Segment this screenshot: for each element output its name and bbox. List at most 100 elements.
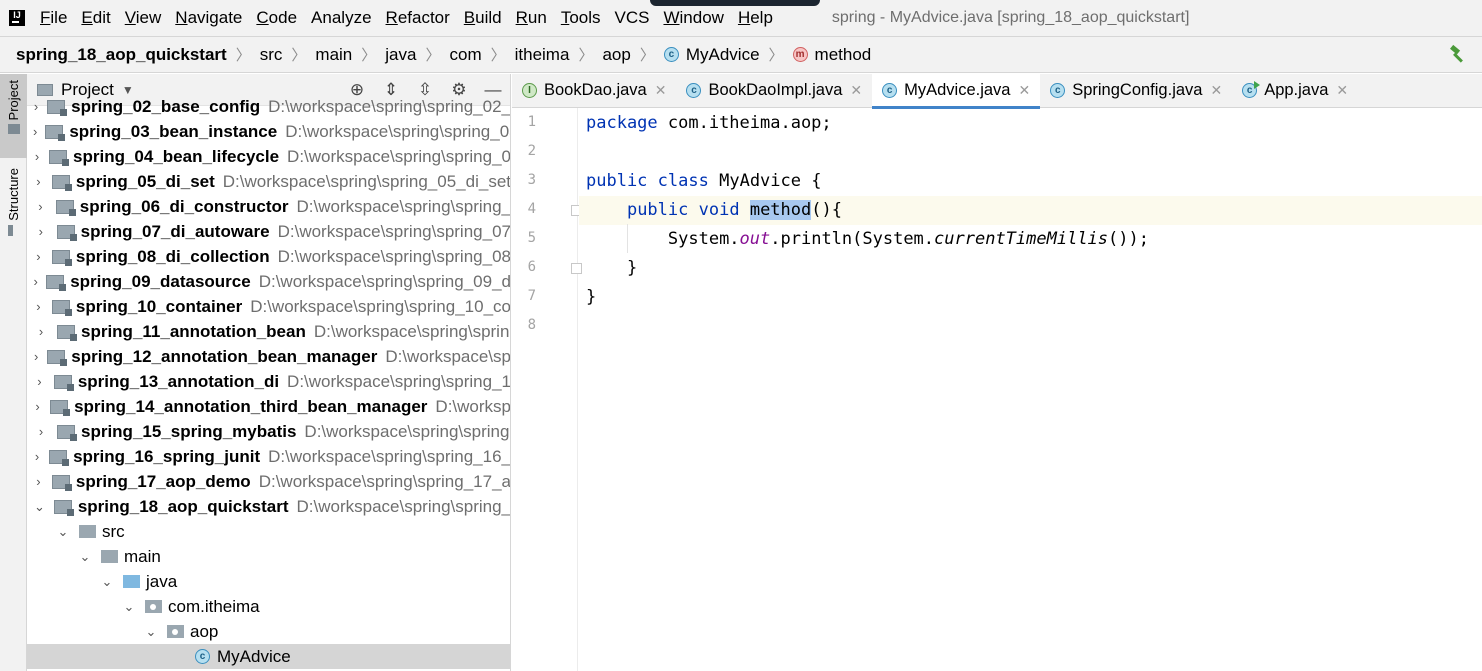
menu-edit[interactable]: Edit [80,8,111,28]
chevron-down-icon[interactable]: ⌄ [121,599,137,615]
tree-item-module[interactable]: › spring_10_container D:\workspace\spring\… [27,294,511,319]
close-icon[interactable]: ✕ [1018,82,1030,99]
module-name: spring_07_di_autoware [80,221,270,241]
chevron-right-icon[interactable]: › [33,474,44,489]
breadcrumb-method[interactable]: m method [792,45,871,65]
code-line-current: public void method(){ [579,196,1482,225]
menu-run[interactable]: Run [515,8,548,28]
line-number: 6 [527,259,536,275]
tab-bookdaoimpl[interactable]: c BookDaoImpl.java ✕ [676,74,872,108]
menu-view[interactable]: View [124,8,163,28]
menu-bar: IJ File Edit View Navigate Code Analyze … [0,0,1482,37]
menu-vcs[interactable]: VCS [614,8,651,28]
code-line: package com.itheima.aop; [586,113,832,133]
tree-item-module[interactable]: › spring_09_datasource D:\workspace\spring… [27,269,511,294]
code-line: } [586,287,597,307]
tree-item-module[interactable]: ⌄ spring_18_aop_quickstart D:\workspace\sp… [27,494,510,519]
menu-analyze[interactable]: Analyze [310,8,372,28]
chevron-down-icon[interactable]: ⌄ [99,574,115,590]
chevron-right-icon[interactable]: › [33,374,46,389]
chevron-right-icon[interactable]: › [33,424,49,439]
tree-item-module[interactable]: › spring_16_spring_junit D:\workspace\spri… [27,444,510,469]
breadcrumb-itheima[interactable]: itheima [515,45,570,65]
tree-item-module[interactable]: › spring_06_di_constructor D:\workspace\sp… [27,194,510,219]
close-icon[interactable]: ✕ [655,82,667,99]
chevron-right-icon[interactable]: › [33,199,48,214]
module-icon [56,224,77,241]
tree-item-com-itheima[interactable]: ⌄ com.itheima [27,594,510,619]
breadcrumb-separator-icon: 〉 [361,47,377,64]
tree-item-module[interactable]: › spring_07_di_autoware D:\workspace\sprin… [27,219,510,244]
tab-myadvice[interactable]: c MyAdvice.java ✕ [872,73,1041,109]
menu-build[interactable]: Build [463,8,503,28]
tree-item-aop[interactable]: ⌄ aop [27,619,510,644]
chevron-right-icon[interactable]: › [33,274,38,289]
menu-window[interactable]: Window [662,8,724,28]
module-icon [49,449,70,466]
chevron-right-icon[interactable]: › [33,299,44,314]
tree-item-module[interactable]: › spring_17_aop_demo D:\workspace\spring\s… [27,469,510,494]
tree-item-module[interactable]: › spring_11_annotation_bean D:\workspace\s… [27,319,510,344]
breadcrumb-project[interactable]: spring_18_aop_quickstart [16,45,227,65]
tree-item-module[interactable]: › spring_04_bean_lifecycle D:\workspace\sp… [27,144,510,169]
chevron-right-icon[interactable]: › [33,149,41,164]
tree-item-src[interactable]: ⌄ src [27,519,510,544]
close-icon[interactable]: ✕ [1336,82,1348,99]
menu-navigate[interactable]: Navigate [174,8,243,28]
line-number: 3 [527,172,536,188]
module-icon [51,299,72,316]
chevron-right-icon[interactable]: › [33,324,49,339]
tree-item-module[interactable]: › spring_02_base_config D:\workspace\sprin… [27,94,510,119]
module-path: D:\workspace\spring\spring_09_d [258,271,511,291]
chevron-right-icon[interactable]: › [33,174,44,189]
class-icon: c [663,47,679,62]
build-hammer-icon[interactable] [1448,44,1468,64]
menu-help[interactable]: Help [737,8,774,28]
tab-project-tool[interactable]: Project [0,74,27,158]
line-number: 8 [527,317,536,333]
chevron-down-icon[interactable]: ⌄ [55,524,71,540]
tree-item-myadvice[interactable]: c MyAdvice [27,644,510,669]
close-icon[interactable]: ✕ [850,82,862,99]
intellij-logo-icon: IJ [9,10,25,26]
tab-structure-tool[interactable]: Structure [0,168,27,258]
chevron-right-icon[interactable]: › [33,399,42,414]
tree-item-module[interactable]: › spring_08_di_collection D:\workspace\spr… [27,244,510,269]
tree-item-module[interactable]: › spring_05_di_set D:\workspace\spring\spr… [27,169,510,194]
tab-app[interactable]: c App.java ✕ [1232,74,1358,108]
breadcrumb-com[interactable]: com [449,45,481,65]
tree-item-module[interactable]: › spring_12_annotation_bean_manager D:\wor… [27,344,510,369]
breadcrumb-separator-icon: 〉 [578,47,594,64]
tree-item-module[interactable]: › spring_13_annotation_di D:\workspace\spr… [27,369,510,394]
breadcrumb-src[interactable]: src [260,45,283,65]
tree-item-module[interactable]: › spring_15_spring_mybatis D:\workspace\sp… [27,419,510,444]
menu-tools[interactable]: Tools [560,8,602,28]
chevron-right-icon[interactable]: › [33,449,41,464]
chevron-down-icon[interactable]: ⌄ [33,499,46,515]
tree-item-main[interactable]: ⌄ main [27,544,510,569]
chevron-right-icon[interactable]: › [33,249,44,264]
code-editor[interactable]: package com.itheima.aop; public class My… [579,108,1482,671]
menu-file[interactable]: File [39,8,68,28]
chevron-right-icon[interactable]: › [33,124,37,139]
folder-icon [101,550,118,563]
chevron-down-icon[interactable]: ⌄ [77,549,93,565]
breadcrumb-aop[interactable]: aop [602,45,630,65]
tab-bookdao[interactable]: I BookDao.java ✕ [512,74,676,108]
breadcrumb-java[interactable]: java [385,45,416,65]
chevron-right-icon[interactable]: › [33,224,49,239]
module-path: D:\workspace\spring\spring_10_co [250,296,511,316]
chevron-down-icon[interactable]: ⌄ [143,624,159,640]
line-number: 5 [527,230,536,246]
close-icon[interactable]: ✕ [1210,82,1222,99]
tree-item-module[interactable]: › spring_14_annotation_third_bean_manager… [27,394,510,419]
tree-item-module[interactable]: › spring_03_bean_instance D:\workspace\spr… [27,119,510,144]
tree-item-java[interactable]: ⌄ java [27,569,510,594]
chevron-right-icon[interactable]: › [33,99,39,114]
menu-refactor[interactable]: Refactor [385,8,451,28]
tab-springconfig[interactable]: c SpringConfig.java ✕ [1040,74,1232,108]
breadcrumb-main[interactable]: main [315,45,352,65]
breadcrumb-class[interactable]: c MyAdvice [663,45,760,65]
chevron-right-icon[interactable]: › [33,349,39,364]
menu-code[interactable]: Code [255,8,298,28]
